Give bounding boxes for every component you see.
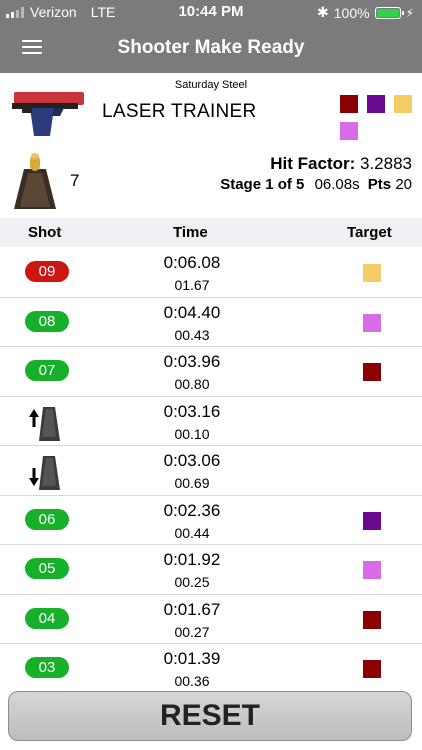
- target-color-square: [363, 363, 381, 381]
- navigation-bar: Verizon LTE 10:44 PM ✱ 100% ⚡ Shooter Ma…: [0, 0, 422, 73]
- target-color-swatch: [340, 95, 358, 113]
- split-time: 00.43: [174, 326, 210, 343]
- split-time: 00.44: [174, 524, 210, 541]
- split-time: 00.10: [174, 425, 210, 442]
- shot-list[interactable]: 09 0:06.08 01.67 08 0:04.40 00.43 07 0:0…: [0, 248, 422, 688]
- magazine-insert-icon: [29, 456, 60, 490]
- magazine-count: 7: [70, 171, 80, 190]
- stage-summary: Stage 1 of 5 06.08s Pts 20: [220, 176, 412, 193]
- shot-time: 0:04.40: [163, 302, 221, 322]
- shot-number-badge: 06: [25, 508, 69, 530]
- table-row[interactable]: 04 0:01.67 00.27: [0, 595, 422, 644]
- split-time: 00.27: [174, 623, 210, 640]
- page-title: Shooter Make Ready: [117, 37, 305, 58]
- table-row[interactable]: 03 0:01.39 00.36: [0, 644, 422, 688]
- table-header: Shot Time Target: [0, 218, 422, 247]
- shot-column-header: Shot: [28, 224, 62, 241]
- split-time: 00.25: [174, 574, 210, 590]
- target-color-square: [363, 660, 381, 678]
- table-row[interactable]: 0:03.06 00.69: [0, 446, 422, 496]
- bluetooth-icon: ✱: [317, 4, 329, 20]
- table-row[interactable]: 08 0:04.40 00.43: [0, 298, 422, 347]
- table-row[interactable]: 05 0:01.92 00.25: [0, 545, 422, 595]
- shot-time: 0:03.16: [163, 401, 221, 421]
- target-color-square: [363, 610, 381, 629]
- hit-factor: Hit Factor: 3.2883: [270, 154, 412, 174]
- split-time: 00.80: [174, 376, 210, 392]
- hit-factor-label: Hit Factor:: [270, 154, 356, 173]
- shot-time: 0:01.67: [163, 599, 221, 619]
- shot-time: 0:01.92: [163, 550, 221, 569]
- target-color-square: [363, 511, 381, 530]
- charging-icon: ⚡: [405, 5, 414, 20]
- battery-percent: 100%: [333, 4, 370, 21]
- shot-time: 0:02.36: [163, 500, 221, 520]
- split-time: 00.69: [174, 475, 210, 491]
- shot-number-badge: 08: [25, 310, 69, 332]
- stage-label: Stage 1 of 5: [220, 176, 305, 193]
- target-column-header: Target: [347, 224, 392, 241]
- shot-time: 0:03.96: [163, 352, 221, 371]
- status-bar: Verizon LTE 10:44 PM ✱ 100% ⚡: [0, 0, 422, 24]
- shot-number-badge: 04: [25, 607, 69, 629]
- table-row[interactable]: 0:03.16 00.10: [0, 397, 422, 446]
- shot-number-badge: 05: [25, 558, 69, 579]
- division-label: LASER TRAINER: [102, 101, 257, 122]
- split-time: 01.67: [174, 277, 210, 293]
- battery-icon: [374, 6, 404, 19]
- hit-factor-value: 3.2883: [360, 154, 412, 173]
- points-value: 20: [395, 176, 412, 193]
- target-color-square: [363, 561, 381, 579]
- shot-number-badge: 09: [25, 261, 69, 282]
- target-color-swatch: [340, 122, 358, 140]
- shot-number-badge: 03: [25, 657, 69, 678]
- target-color-swatch: [367, 95, 385, 113]
- table-row[interactable]: 06 0:02.36 00.44: [0, 496, 422, 545]
- magazine-eject-icon: [29, 406, 60, 441]
- magazine-icon: [14, 153, 56, 209]
- target-color-square: [363, 264, 381, 282]
- points-label: Pts: [367, 176, 392, 193]
- shot-time: 0:01.39: [163, 649, 221, 668]
- split-time: 00.36: [174, 673, 210, 688]
- target-color-square: [363, 313, 381, 332]
- table-row[interactable]: 07 0:03.96 00.80: [0, 347, 422, 397]
- reset-button[interactable]: RESET: [8, 691, 412, 741]
- shot-time: 0:06.08: [163, 253, 221, 272]
- stage-time: 06.08s: [314, 176, 360, 193]
- pistol-icon: [12, 92, 84, 136]
- shot-time: 0:03.06: [163, 451, 221, 470]
- shot-number-badge: 07: [25, 360, 69, 381]
- table-row[interactable]: 09 0:06.08 01.67: [0, 248, 422, 298]
- time-column-header: Time: [173, 224, 208, 241]
- target-color-swatch: [394, 95, 412, 113]
